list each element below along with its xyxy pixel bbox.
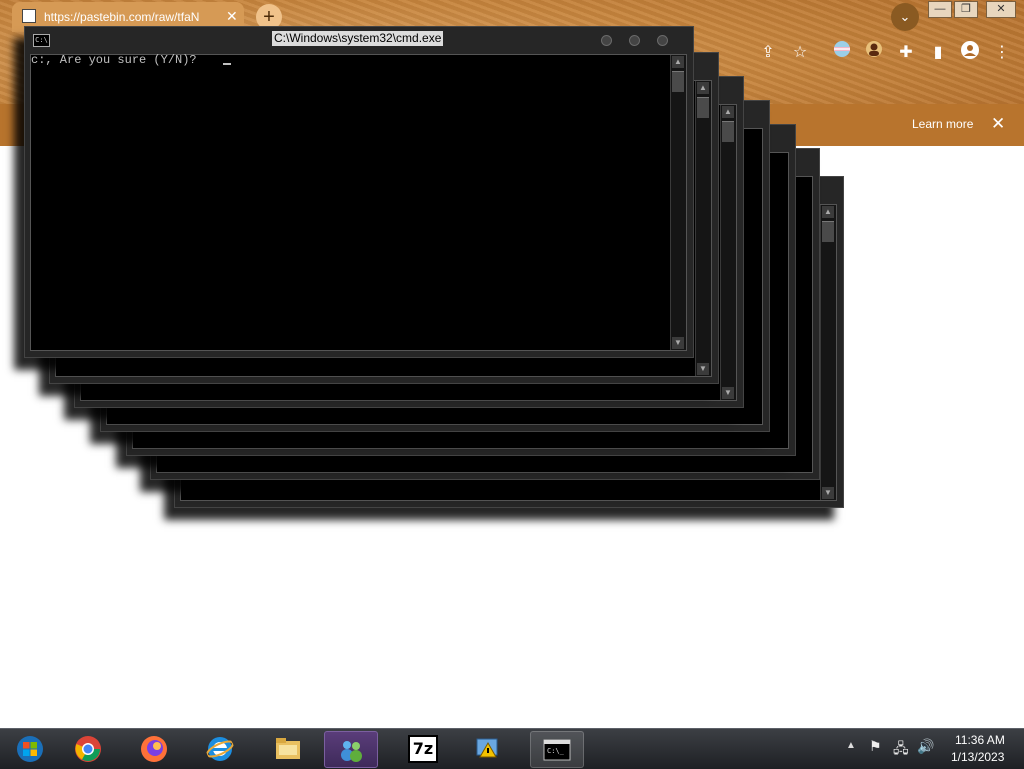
cmd-window-title: C:\Windows\system32\cmd.exe: [272, 31, 444, 46]
ie-icon: [206, 737, 234, 761]
learn-more-link[interactable]: Learn more: [912, 117, 973, 131]
console-area[interactable]: ▲ ▼: [30, 54, 687, 351]
scrollbar[interactable]: ▲ ▼: [695, 81, 711, 376]
taskbar-messenger[interactable]: [324, 731, 378, 768]
folder-icon: [276, 738, 300, 759]
taskbar-internet-explorer[interactable]: [194, 731, 246, 766]
window-dot-icon[interactable]: [629, 35, 640, 46]
window-dot-icon[interactable]: [601, 35, 612, 46]
puzzle-icon[interactable]: ✚: [893, 40, 919, 66]
tray-expand-icon[interactable]: ▲: [846, 740, 856, 751]
warning-app-icon: [476, 738, 498, 758]
action-center-flag-icon[interactable]: ⚑: [869, 738, 882, 755]
console-prompt-text: c:, Are you sure (Y/N)?: [31, 53, 204, 67]
star-icon[interactable]: ☆: [787, 40, 813, 66]
menu-icon[interactable]: ⋮: [989, 40, 1015, 66]
svg-text:C:\_: C:\_: [547, 747, 565, 755]
account-icon[interactable]: [957, 40, 983, 66]
taskbar-chrome[interactable]: [62, 731, 114, 766]
clock-date[interactable]: 1/13/2023: [951, 750, 1004, 764]
banner-close-button[interactable]: ✕: [991, 114, 1005, 134]
clock-time[interactable]: 11:36 AM: [955, 733, 1005, 747]
taskbar-firefox[interactable]: [128, 731, 180, 766]
taskbar-app-warning[interactable]: [462, 731, 514, 766]
cmd-window-active[interactable]: ▲ ▼: [24, 26, 694, 358]
close-window-button[interactable]: ✕: [986, 1, 1016, 18]
messenger-icon: [341, 741, 362, 762]
network-icon[interactable]: 🖧: [893, 738, 909, 762]
tab-favicon-icon: [22, 9, 36, 23]
tab-close-button[interactable]: ✕: [226, 8, 238, 25]
firefox-icon: [141, 736, 167, 762]
tab-search-button[interactable]: ⌄: [891, 3, 919, 31]
taskbar-7zip[interactable]: 7z: [396, 731, 448, 766]
taskbar-cmd[interactable]: C:\_: [530, 731, 584, 768]
scrollbar[interactable]: ▲ ▼: [670, 55, 686, 350]
cmd-system-icon[interactable]: C:\: [33, 34, 50, 47]
extension-flag-icon[interactable]: [829, 40, 855, 66]
sidepanel-icon[interactable]: ▮: [925, 40, 951, 66]
profile-avatar-icon[interactable]: [861, 40, 887, 66]
console-cursor: [223, 63, 231, 65]
taskbar-file-explorer[interactable]: [262, 731, 314, 766]
restore-button[interactable]: ❐: [954, 1, 978, 18]
chrome-icon: [75, 736, 101, 762]
minimize-button[interactable]: —: [928, 1, 952, 18]
share-icon[interactable]: ⇪: [755, 40, 781, 66]
scrollbar[interactable]: ▲ ▼: [720, 105, 736, 400]
cmd-icon: C:\_: [543, 739, 571, 761]
start-orb-icon: [17, 736, 43, 762]
window-dot-icon[interactable]: [657, 35, 668, 46]
tab-title: https://pastebin.com/raw/tfaN: [44, 10, 200, 24]
scrollbar[interactable]: ▲ ▼: [820, 205, 836, 500]
start-button[interactable]: [4, 731, 56, 766]
7zip-icon: 7z: [408, 735, 438, 763]
volume-icon[interactable]: 🔊: [917, 738, 934, 755]
